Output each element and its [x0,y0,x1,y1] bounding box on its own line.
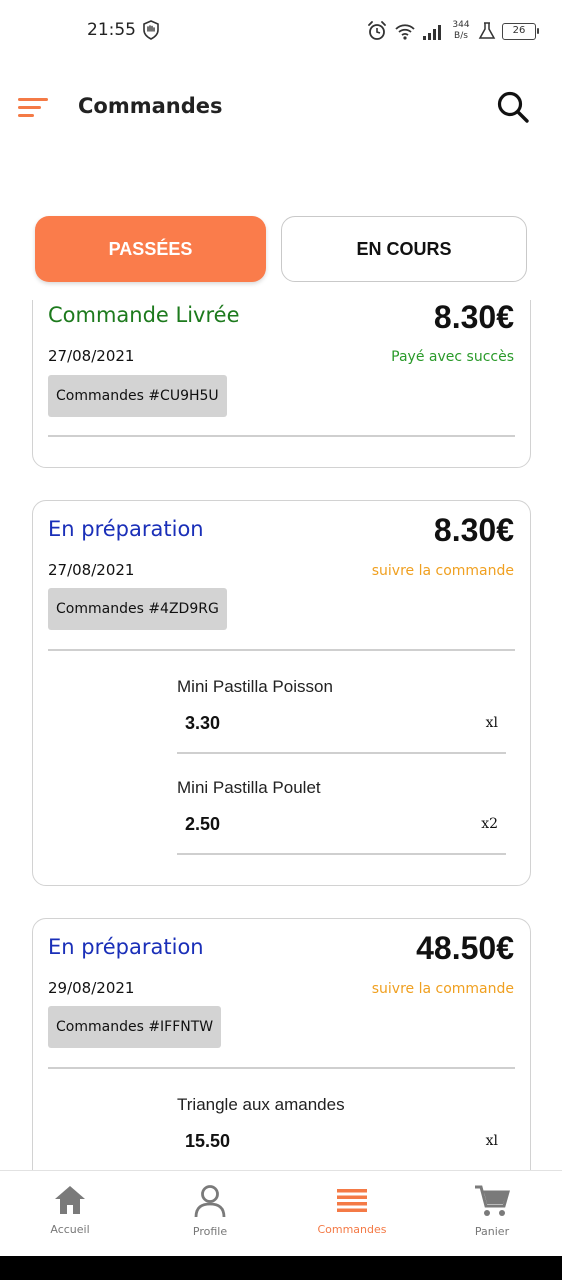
order-reference: Commandes #4ZD9RG [48,588,227,630]
item-price: 3.30 [185,713,221,733]
order-card[interactable]: Commande Livrée 8.30€ 27/08/2021 Payé av… [32,300,531,468]
home-icon [55,1186,85,1214]
item-price: 2.50 [185,814,221,834]
wifi-icon [395,24,415,40]
item-quantity: xl [485,1133,498,1149]
order-total: 48.50€ [416,930,514,966]
bottom-nav: Accueil Profile Commandes Panier [0,1170,562,1256]
nav-panier[interactable]: Panier [442,1179,542,1251]
nav-commandes[interactable]: Commandes [302,1179,402,1251]
nav-label: Accueil [50,1223,90,1236]
item-quantity: xl [485,715,498,731]
system-navigation-bar [0,1256,562,1280]
tab-passees[interactable]: PASSÉES [35,216,266,282]
nav-accueil[interactable]: Accueil [20,1179,120,1251]
cart-icon [475,1185,510,1216]
list-icon [337,1189,367,1212]
user-icon [194,1185,226,1218]
item-divider [177,752,506,754]
nav-profile[interactable]: Profile [160,1179,260,1251]
item-name: Mini Pastilla Poulet [177,778,321,797]
status-bar: 21:55 344 B/s 26 [0,0,562,62]
order-date: 27/08/2021 [48,561,135,579]
item-name: Mini Pastilla Poisson [177,677,333,696]
page-title: Commandes [78,94,223,118]
flask-icon [478,22,496,39]
order-date: 29/08/2021 [48,979,135,997]
app-header: Commandes [0,80,562,136]
item-divider [177,853,506,855]
status-icons: 344 B/s 26 [366,16,539,46]
order-total: 8.30€ [433,512,514,548]
nav-label: Profile [192,1225,228,1238]
network-speed-value: 344 [452,20,470,30]
tab-en-cours[interactable]: EN COURS [281,216,527,282]
signal-icon [423,25,441,40]
order-date: 27/08/2021 [48,347,135,365]
menu-icon[interactable] [18,96,50,120]
item-quantity: x2 [481,816,498,832]
order-status: Commande Livrée [48,303,240,327]
payment-status: Payé avec succès [391,349,514,365]
nav-label: Panier [474,1225,510,1238]
network-speed: 344 B/s [450,20,472,42]
battery-icon: 26 [502,22,539,40]
divider [48,649,515,651]
order-reference: Commandes #IFFNTW [48,1006,222,1048]
order-status: En préparation [48,935,204,959]
divider [48,435,515,437]
divider [48,1067,515,1069]
orders-list[interactable]: Commande Livrée 8.30€ 27/08/2021 Payé av… [0,300,562,1170]
nav-label: Commandes [317,1223,387,1236]
network-speed-unit: B/s [454,31,468,41]
order-reference: Commandes #CU9H5U [48,375,227,417]
search-icon[interactable] [496,90,530,124]
item-price: 15.50 [185,1131,231,1151]
item-name: Triangle aux amandes [177,1095,345,1114]
order-card[interactable]: En préparation 48.50€ 29/08/2021 suivre … [32,918,531,1170]
shield-hand-icon [143,20,159,40]
track-order-link[interactable]: suivre la commande [372,981,514,997]
alarm-icon [368,21,386,40]
order-status: En préparation [48,517,204,541]
track-order-link[interactable]: suivre la commande [372,563,514,579]
order-card[interactable]: En préparation 8.30€ 27/08/2021 suivre l… [32,500,531,886]
status-time: 21:55 [87,20,136,40]
order-total: 8.30€ [433,300,514,335]
